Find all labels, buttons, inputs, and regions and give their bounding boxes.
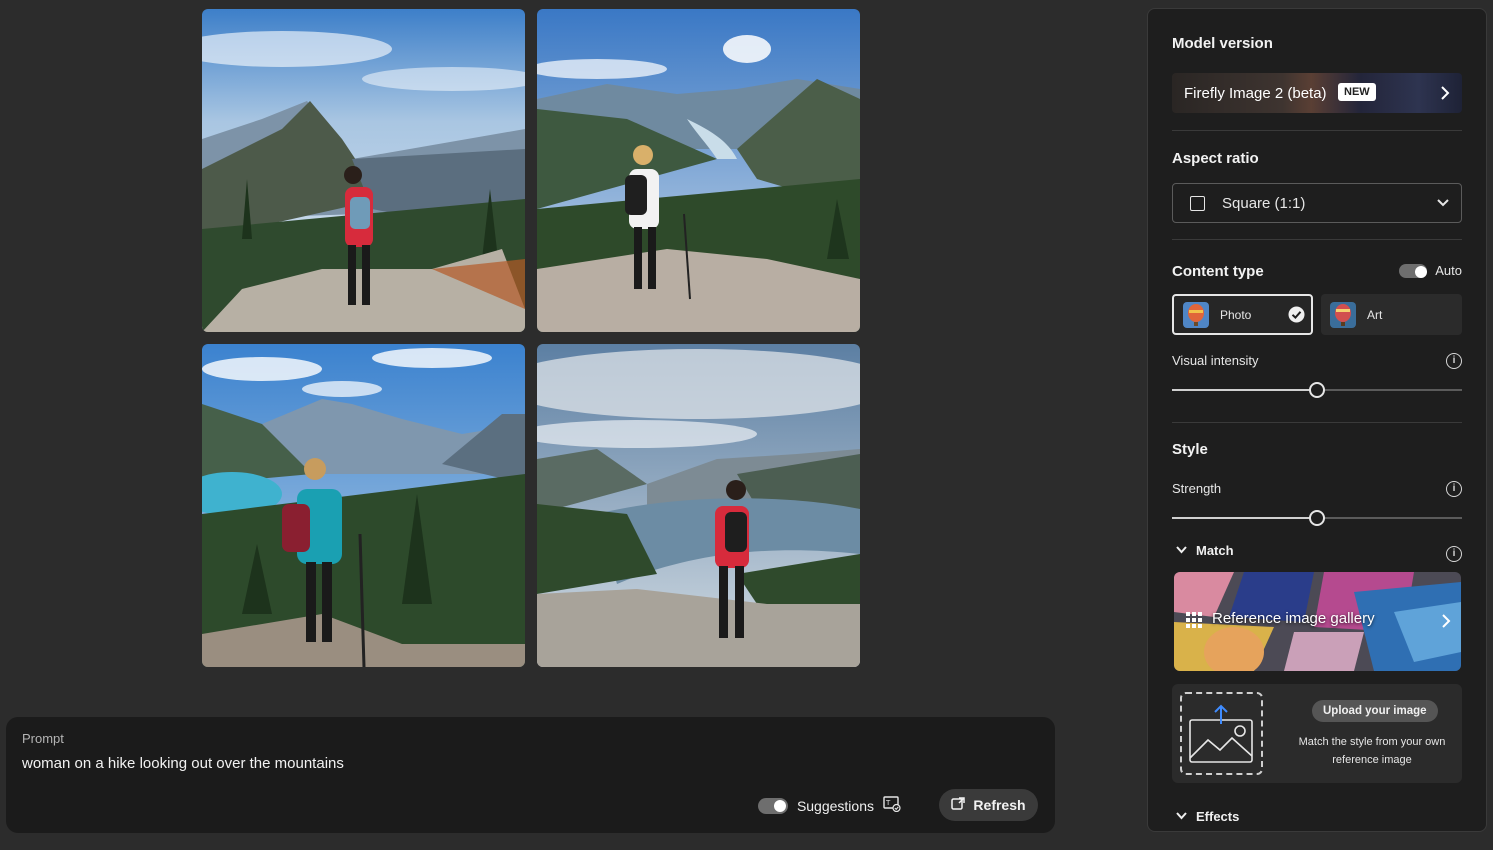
suggestions-label: Suggestions: [796, 797, 874, 814]
model-name: Firefly Image 2 (beta): [1184, 85, 1327, 102]
svg-text:T: T: [885, 799, 891, 807]
auto-label: Auto: [1435, 263, 1462, 278]
info-icon[interactable]: i: [1446, 353, 1462, 369]
model-version-heading: Model version: [1172, 35, 1273, 52]
effects-label: Effects: [1196, 809, 1240, 824]
prompt-label: Prompt: [22, 731, 64, 746]
image-grid: [202, 9, 860, 667]
checkmark-icon: [1288, 306, 1305, 328]
chevron-right-icon: [1440, 85, 1450, 106]
chevron-down-icon: [1436, 196, 1450, 215]
upload-image-button[interactable]: Upload your image: [1312, 700, 1438, 722]
suggestions-toggle-group: Suggestions T: [757, 796, 901, 815]
art-thumbnail: [1330, 301, 1356, 328]
upload-dropzone[interactable]: [1180, 692, 1263, 775]
reference-image-gallery[interactable]: Reference image gallery: [1174, 572, 1461, 671]
match-section-toggle[interactable]: Match: [1176, 543, 1234, 558]
square-icon: [1190, 196, 1205, 211]
slider-thumb[interactable]: [1309, 382, 1325, 398]
visual-intensity-label: Visual intensity: [1172, 353, 1259, 368]
prompt-input[interactable]: woman on a hike looking out over the mou…: [22, 755, 344, 772]
aspect-ratio-dropdown[interactable]: Square (1:1): [1172, 183, 1462, 223]
auto-toggle-group: Auto: [1399, 263, 1462, 278]
chevron-down-icon: [1176, 809, 1187, 824]
chevron-right-icon: [1441, 613, 1451, 634]
suggestions-settings-icon[interactable]: T: [883, 796, 901, 815]
refresh-button[interactable]: Refresh: [939, 789, 1038, 821]
upload-reference-area[interactable]: Upload your image Match the style from y…: [1172, 684, 1462, 783]
aspect-ratio-heading: Aspect ratio: [1172, 150, 1259, 167]
effects-section-toggle[interactable]: Effects: [1176, 809, 1239, 824]
grid-icon: [1186, 612, 1202, 633]
info-icon[interactable]: i: [1446, 546, 1462, 562]
chevron-down-icon: [1176, 543, 1187, 558]
strength-slider[interactable]: [1172, 510, 1462, 526]
generated-image-2[interactable]: [537, 9, 860, 332]
content-type-heading: Content type: [1172, 263, 1264, 280]
content-type-photo[interactable]: Photo: [1172, 294, 1313, 335]
generated-image-4[interactable]: [537, 344, 860, 667]
upload-image-icon: [1189, 704, 1253, 763]
generated-image-3[interactable]: [202, 344, 525, 667]
new-badge: NEW: [1338, 83, 1376, 101]
prompt-bar: Prompt woman on a hike looking out over …: [6, 717, 1055, 833]
auto-toggle[interactable]: [1399, 263, 1428, 278]
info-icon[interactable]: i: [1446, 481, 1462, 497]
photo-thumbnail: [1183, 301, 1209, 328]
divider: [1172, 239, 1462, 240]
divider: [1172, 130, 1462, 131]
slider-thumb[interactable]: [1309, 510, 1325, 526]
generated-image-1[interactable]: [202, 9, 525, 332]
refresh-label: Refresh: [973, 797, 1026, 813]
visual-intensity-slider[interactable]: [1172, 382, 1462, 398]
upload-description: Match the style from your own reference …: [1298, 736, 1446, 766]
aspect-ratio-value: Square (1:1): [1222, 195, 1306, 212]
style-heading: Style: [1172, 441, 1208, 458]
suggestions-toggle[interactable]: [757, 797, 788, 814]
photo-label: Photo: [1220, 307, 1252, 322]
settings-panel: Model version Firefly Image 2 (beta) NEW…: [1147, 8, 1487, 832]
model-version-selector[interactable]: Firefly Image 2 (beta) NEW: [1172, 73, 1462, 113]
strength-label: Strength: [1172, 481, 1222, 496]
art-label: Art: [1367, 307, 1383, 322]
match-label: Match: [1196, 543, 1234, 558]
content-type-art[interactable]: Art: [1321, 294, 1462, 335]
gallery-label: Reference image gallery: [1212, 610, 1375, 627]
divider: [1172, 422, 1462, 423]
refresh-icon: [951, 796, 966, 814]
